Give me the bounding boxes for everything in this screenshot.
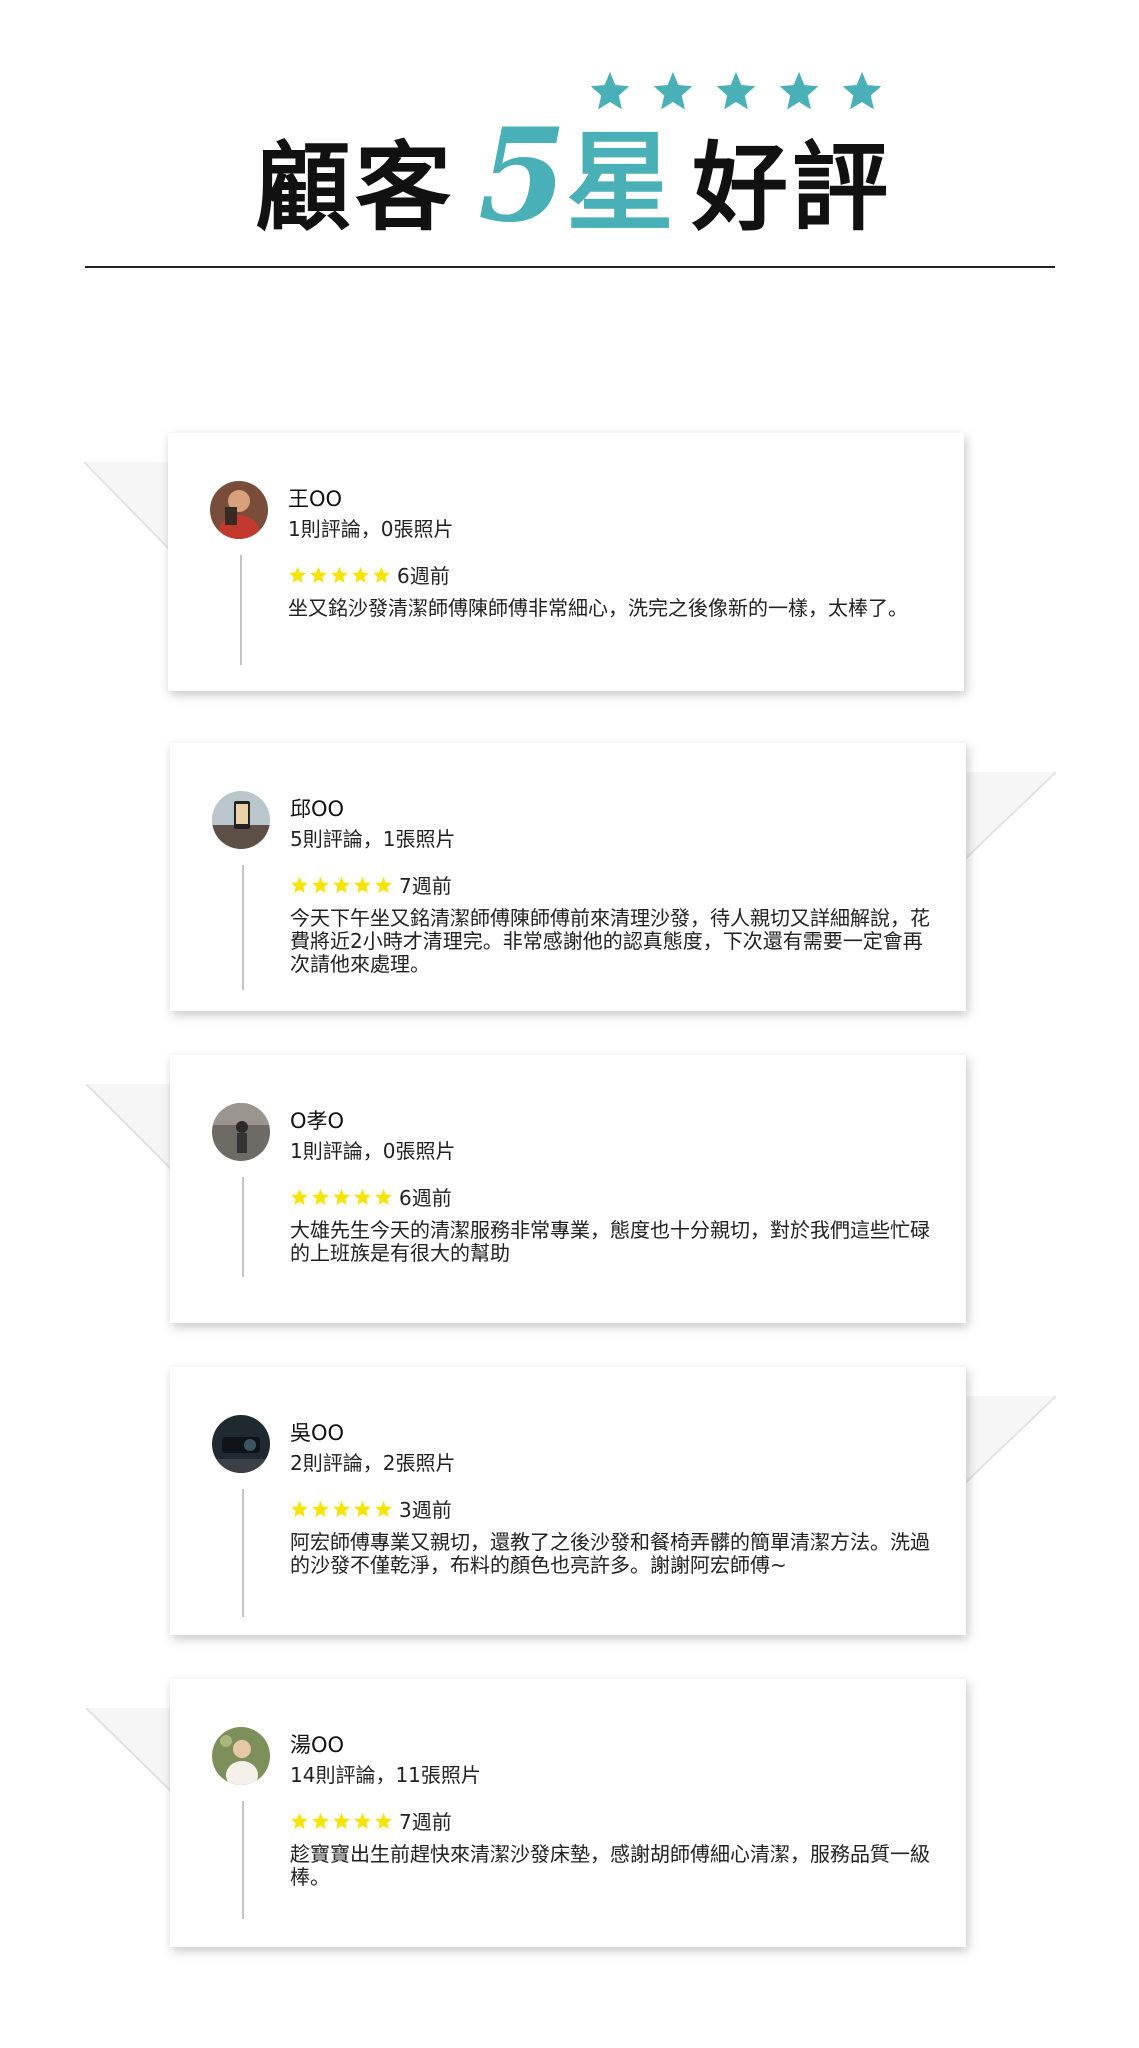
reviewer-name: 湯OO — [290, 1733, 345, 1757]
divider-line — [242, 1177, 244, 1277]
star-icon — [375, 1500, 392, 1517]
star-icon — [291, 876, 308, 893]
reviewer-meta: 14則評論，11張照片 — [290, 1763, 481, 1787]
page-header: 顧客 5 星 好評 — [0, 0, 1139, 280]
reviewer-meta: 1則評論，0張照片 — [290, 1139, 456, 1163]
divider-line — [242, 1489, 244, 1617]
star-icon — [842, 71, 882, 110]
star-icon — [291, 1188, 308, 1205]
speech-tail — [964, 772, 1056, 860]
title-customer: 顧客 — [255, 132, 455, 244]
star-icon — [333, 1188, 350, 1205]
avatar — [212, 1727, 270, 1785]
star-icon — [354, 1500, 371, 1517]
reviewer-name: 邱OO — [290, 797, 345, 821]
reviewer-meta: 2則評論，2張照片 — [290, 1451, 456, 1475]
review-text: 趁寶寶出生前趕快來清潔沙發床墊，感謝胡師傅細心清潔，服務品質一級棒。 — [290, 1842, 930, 1889]
rating-row: 7週前 — [290, 1806, 452, 1835]
reviewer-name: 王OO — [288, 487, 343, 511]
title-stars — [588, 70, 884, 112]
review-time: 6週前 — [399, 1186, 452, 1210]
star-icon — [291, 1812, 308, 1829]
star-icon — [333, 1500, 350, 1517]
review-time: 7週前 — [399, 874, 452, 898]
divider-line — [240, 555, 242, 665]
star-icon — [375, 1188, 392, 1205]
reviewer-name: O孝O — [290, 1109, 345, 1133]
rating-row: 6週前 — [288, 560, 450, 589]
divider-line — [242, 865, 244, 990]
avatar — [210, 481, 268, 539]
title-star-char: 星 — [566, 121, 679, 246]
reviewer-name: 吳OO — [290, 1421, 345, 1445]
star-icon — [354, 876, 371, 893]
rating-stars — [290, 1188, 393, 1206]
star-icon — [354, 1812, 371, 1829]
review-time: 7週前 — [399, 1810, 452, 1834]
star-icon — [779, 71, 819, 110]
review-text: 阿宏師傅專業又親切，還教了之後沙發和餐椅弄髒的簡單清潔方法。洗過的沙發不僅乾淨，… — [290, 1530, 930, 1577]
review-time: 3週前 — [399, 1498, 452, 1522]
speech-tail — [86, 1084, 176, 1174]
star-icon — [331, 566, 348, 583]
star-icon — [373, 566, 390, 583]
star-icon — [375, 1812, 392, 1829]
avatar — [212, 1103, 270, 1161]
star-icon — [716, 71, 756, 110]
rating-row: 7週前 — [290, 870, 452, 899]
star-icon — [590, 71, 630, 110]
speech-tail — [964, 1396, 1056, 1484]
rating-stars — [288, 566, 391, 584]
star-icon — [312, 876, 329, 893]
star-icon — [312, 1500, 329, 1517]
review-text: 今天下午坐又銘清潔師傅陳師傅前來清理沙發，待人親切又詳細解說，花費將近2小時才清… — [290, 906, 930, 976]
divider-line — [242, 1801, 244, 1919]
review-text: 坐又銘沙發清潔師傅陳師傅非常細心，洗完之後像新的一樣，太棒了。 — [288, 596, 908, 620]
title-number: 5 — [478, 101, 572, 251]
star-icon — [291, 1500, 308, 1517]
rating-stars — [290, 1812, 393, 1830]
star-icon — [375, 876, 392, 893]
rating-row: 6週前 — [290, 1182, 452, 1211]
avatar — [212, 1415, 270, 1473]
star-icon — [310, 566, 327, 583]
rating-row: 3週前 — [290, 1494, 452, 1523]
speech-tail — [86, 1708, 176, 1796]
star-icon — [289, 566, 306, 583]
star-icon — [354, 1188, 371, 1205]
rating-stars — [290, 1500, 393, 1518]
rating-stars — [290, 876, 393, 894]
reviewer-meta: 5則評論，1張照片 — [290, 827, 456, 851]
star-icon — [653, 71, 693, 110]
star-icon — [312, 1812, 329, 1829]
speech-tail — [84, 462, 174, 554]
review-text: 大雄先生今天的清潔服務非常專業，態度也十分親切，對於我們這些忙碌的上班族是有很大… — [290, 1218, 930, 1265]
review-time: 6週前 — [397, 564, 450, 588]
star-icon — [312, 1188, 329, 1205]
reviewer-meta: 1則評論，0張照片 — [288, 517, 454, 541]
star-icon — [352, 566, 369, 583]
star-icon — [333, 876, 350, 893]
avatar — [212, 791, 270, 849]
title-good-review: 好評 — [692, 132, 892, 244]
header-divider — [85, 266, 1055, 268]
star-icon — [333, 1812, 350, 1829]
